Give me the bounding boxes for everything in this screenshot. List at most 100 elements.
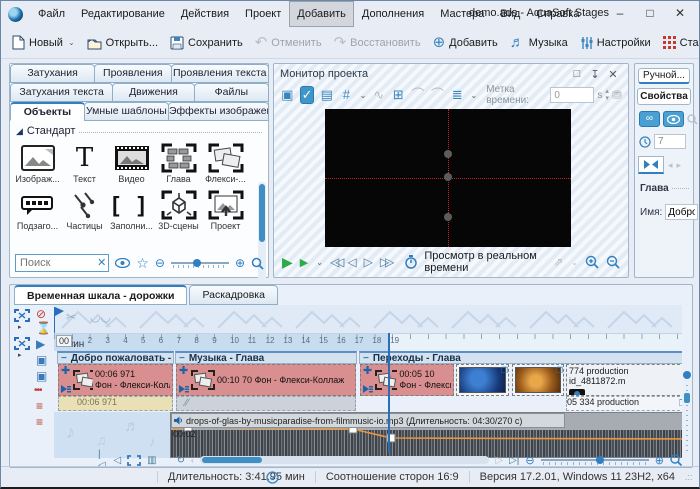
visibility-toggle-button[interactable] — [663, 111, 684, 127]
scroll-left-icon[interactable]: ‹ — [191, 456, 194, 465]
open-button[interactable]: Открыть... — [81, 32, 164, 54]
zoom-fit-magnifier-icon[interactable] — [670, 454, 682, 466]
add-button[interactable]: ⊕ Добавить — [427, 32, 504, 54]
go-to-end-icon[interactable]: ▷| — [509, 455, 519, 466]
skip-end-icon[interactable]: ▷▷ — [380, 255, 390, 269]
chapter-header-transitions[interactable]: − Переходы - Глава — [359, 351, 682, 364]
collapse-minus-icon[interactable]: − — [179, 354, 185, 363]
align-tracks-icon[interactable]: ≡ — [36, 399, 43, 413]
list-dropdown-icon[interactable]: ⌄ — [471, 91, 478, 100]
preview-magnifier-icon[interactable] — [251, 257, 264, 270]
sync-status-icon[interactable] — [266, 471, 279, 484]
tab-smart-templates[interactable]: Умные шаблоны — [84, 102, 169, 121]
video-preview[interactable] — [325, 109, 571, 247]
standard-layout-button[interactable]: Стандарт — [657, 32, 700, 53]
monitor-pin-icon[interactable]: ↧ — [586, 68, 604, 81]
collapse-minus-icon[interactable]: − — [61, 354, 67, 363]
clip-flexi-music[interactable]: ✚ 00:10 70 Фон - Флекси-Коллаж — [176, 364, 356, 396]
disable-track-icon[interactable]: ⊘ — [36, 307, 46, 321]
align-offset-icon[interactable]: ≡ — [36, 415, 43, 429]
object-project[interactable]: Проект — [202, 188, 249, 231]
timeline-vertical-slider[interactable] — [683, 371, 691, 451]
track2-clip-yellow[interactable]: 00:06 971 — [58, 396, 173, 411]
skip-start-icon[interactable]: ◁◁ — [330, 255, 340, 269]
save-frame-icon[interactable]: ⛃ — [612, 88, 622, 102]
add-track-icon[interactable]: ✚ — [61, 367, 71, 376]
menu-addons[interactable]: Дополнения — [354, 1, 432, 27]
monitor-close-icon[interactable]: ✕ — [604, 68, 622, 81]
icon-size-slider[interactable] — [171, 258, 229, 268]
duration-input[interactable] — [654, 134, 686, 149]
dropdown-triangle-icon[interactable]: ▸ — [18, 351, 22, 359]
clip-production-774[interactable]: 774 production id_4811872.m — [566, 364, 682, 396]
menu-edit[interactable]: Редактирование — [73, 1, 173, 27]
duplicate-icon[interactable]: ▣ — [36, 353, 47, 367]
add-track-icon[interactable]: ✚ — [363, 367, 373, 376]
next-disabled-icon[interactable]: ▷ — [495, 455, 503, 466]
tab-fade-in[interactable]: Проявления — [94, 64, 171, 83]
link-toggle-button[interactable]: ∞ — [639, 111, 660, 127]
vertical-slider-thumb[interactable] — [684, 393, 690, 403]
smooth-in-icon[interactable]: ⌒ — [411, 87, 426, 103]
favorites-star-icon[interactable]: ☆ — [136, 255, 149, 272]
audio-clip-mp3[interactable]: drops-of-glas-by-musicparadise-from-film… — [170, 412, 682, 458]
resize-grip[interactable]: .:: — [685, 472, 697, 482]
tab-objects[interactable]: Объекты — [10, 102, 85, 121]
menu-file[interactable]: Файл — [30, 1, 73, 27]
music-button[interactable]: ♬ Музыка — [504, 32, 574, 54]
tab-manual-input[interactable]: Ручной... — [638, 68, 690, 84]
object-3d-scenes[interactable]: 3D-сцены — [155, 188, 202, 231]
timeline-zoom-in-icon[interactable]: ⊕ — [655, 454, 664, 467]
marker-dots-icon[interactable]: ••• — [34, 385, 42, 396]
eye-icon[interactable] — [115, 258, 130, 268]
tab-text-fade-in[interactable]: Проявления текста — [171, 64, 269, 83]
chapter-header-welcome[interactable]: − Добро пожаловать - ... — [57, 351, 174, 364]
export-dropdown-icon[interactable]: ⌄ — [571, 258, 578, 267]
hourglass-icon[interactable]: ⌛ — [36, 321, 51, 335]
motion-handle[interactable] — [444, 150, 452, 158]
book-view-icon[interactable]: ▥ — [147, 455, 156, 466]
layers-icon[interactable]: ▤ — [319, 87, 334, 103]
timeline-zoom-out-icon[interactable]: ⊖ — [525, 454, 534, 467]
tab-files[interactable]: Файлы — [194, 83, 269, 102]
settings-button[interactable]: Настройки — [574, 32, 657, 54]
name-input[interactable] — [665, 204, 698, 220]
track2-clip-gray[interactable]: ⁄⁄ — [176, 396, 356, 411]
smooth-out-icon[interactable]: ⌒ — [430, 87, 445, 103]
chapter-header-music[interactable]: − Музыка - Глава — [175, 351, 357, 364]
minimize-button[interactable]: – — [605, 1, 635, 25]
motion-path-icon[interactable]: ✓ — [300, 86, 315, 104]
undo-button[interactable]: ↶ Отменить — [249, 32, 328, 54]
next-property-icon[interactable]: ▸ — [677, 160, 682, 171]
tab-properties[interactable]: Свойства — [637, 88, 691, 105]
new-button[interactable]: Новый⌄ — [5, 31, 81, 54]
search-property-icon[interactable] — [687, 114, 698, 125]
tab-motions[interactable]: Движения — [112, 83, 195, 102]
maximize-button[interactable]: □ — [635, 1, 665, 25]
monitor-maximize-icon[interactable]: □ — [568, 68, 586, 80]
timeline-horizontal-scrollbar[interactable] — [200, 456, 490, 464]
object-chapter[interactable]: Глава — [155, 141, 202, 184]
close-button[interactable]: ✕ — [665, 1, 695, 25]
play-from-marker-icon[interactable]: ▶ — [36, 337, 45, 351]
play-icon[interactable]: ▶ — [282, 254, 293, 271]
object-text[interactable]: T Текст — [61, 141, 108, 184]
curve-icon[interactable]: ∿ — [371, 87, 386, 103]
clip-production-05334[interactable]: 05 334 production ❒ — [566, 396, 682, 411]
select-range-icon[interactable] — [14, 337, 30, 350]
select-object-icon[interactable] — [14, 309, 30, 322]
timeline-zoom-slider[interactable] — [541, 455, 649, 465]
add-track-icon[interactable]: ✚ — [179, 367, 189, 376]
tab-text-fade-out[interactable]: Затухания текста — [10, 83, 113, 102]
menu-actions[interactable]: Действия — [173, 1, 237, 27]
prev-property-icon[interactable]: ◂ — [668, 160, 673, 171]
timeline-ruler[interactable]: 12345678910111213141516171819 0 мин — [54, 333, 682, 351]
timestamp-input[interactable] — [550, 87, 594, 103]
keyframe-list-icon[interactable]: ≣ — [450, 87, 465, 103]
dropdown-triangle-icon[interactable]: ▸ — [18, 323, 22, 331]
loop-icon[interactable]: ↻ — [177, 455, 185, 466]
play-from-here-icon[interactable]: ▶ — [300, 256, 308, 269]
grid-icon[interactable]: # — [339, 87, 354, 103]
fit-selection-icon[interactable] — [127, 455, 141, 466]
zoom-in-small-icon[interactable]: ⊕ — [235, 256, 245, 270]
